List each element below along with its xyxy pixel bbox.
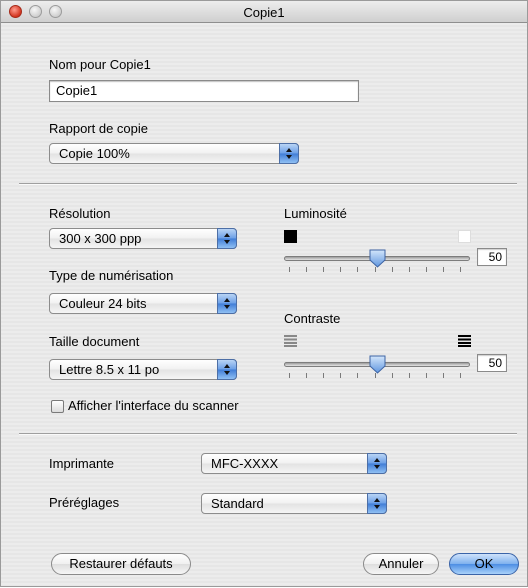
presets-popup[interactable]: Standard — [201, 493, 387, 514]
tick-mark — [375, 373, 376, 378]
tick-mark — [443, 267, 444, 272]
ratio-label: Rapport de copie — [49, 121, 149, 136]
window-title: Copie1 — [243, 5, 285, 20]
tick-mark — [460, 267, 461, 272]
popup-arrows-icon — [279, 143, 299, 164]
restore-defaults-button[interactable]: Restaurer défauts — [51, 553, 191, 575]
tick-mark — [340, 267, 341, 272]
printer-popup[interactable]: MFC-XXXX — [201, 453, 387, 474]
tick-mark — [306, 373, 307, 378]
ratio-selected: Copie 100% — [59, 146, 130, 161]
scan-type-selected: Couleur 24 bits — [59, 296, 147, 311]
printer-selected: MFC-XXXX — [211, 456, 279, 471]
contrast-value-field[interactable]: 50 — [477, 354, 507, 372]
separator — [19, 433, 517, 435]
contrast-tick-marks — [289, 373, 461, 378]
low-contrast-icon — [284, 335, 297, 347]
copy-dialog-window: Copie1 Nom pour Copie1 Copie1 Rapport de… — [0, 0, 528, 587]
popup-arrows-icon — [217, 359, 237, 380]
tick-mark — [357, 373, 358, 378]
tick-mark — [392, 373, 393, 378]
tick-mark — [357, 267, 358, 272]
scan-type-popup[interactable]: Couleur 24 bits — [49, 293, 237, 314]
ok-button[interactable]: OK — [449, 553, 519, 575]
resolution-selected: 300 x 300 ppp — [59, 231, 142, 246]
tick-mark — [392, 267, 393, 272]
resolution-label: Résolution — [49, 206, 111, 221]
title-bar[interactable]: Copie1 — [1, 1, 527, 23]
contrast-label: Contraste — [284, 311, 341, 326]
light-square-icon — [458, 230, 471, 243]
name-input[interactable]: Copie1 — [49, 80, 359, 102]
resolution-popup[interactable]: 300 x 300 ppp — [49, 228, 237, 249]
tick-mark — [289, 267, 290, 272]
popup-arrows-icon — [367, 453, 387, 474]
high-contrast-icon — [458, 335, 471, 347]
tick-mark — [375, 267, 376, 272]
separator — [19, 183, 517, 185]
doc-size-selected: Lettre 8.5 x 11 po — [59, 362, 160, 377]
popup-arrows-icon — [367, 493, 387, 514]
scanner-ui-label[interactable]: Afficher l'interface du scanner — [68, 398, 239, 413]
tick-mark — [443, 373, 444, 378]
tick-mark — [340, 373, 341, 378]
tick-mark — [289, 373, 290, 378]
brightness-label: Luminosité — [284, 206, 347, 221]
brightness-value-field[interactable]: 50 — [477, 248, 507, 266]
doc-size-popup[interactable]: Lettre 8.5 x 11 po — [49, 359, 237, 380]
tick-mark — [306, 267, 307, 272]
brightness-tick-marks — [289, 267, 461, 272]
tick-mark — [426, 267, 427, 272]
ratio-popup[interactable]: Copie 100% — [49, 143, 299, 164]
tick-mark — [409, 267, 410, 272]
contrast-slider-knob[interactable] — [369, 355, 386, 374]
cancel-button[interactable]: Annuler — [363, 553, 439, 575]
dialog-content: Nom pour Copie1 Copie1 Rapport de copie … — [1, 23, 527, 588]
tick-mark — [323, 267, 324, 272]
brightness-slider-knob[interactable] — [369, 249, 386, 268]
dark-square-icon — [284, 230, 297, 243]
tick-mark — [409, 373, 410, 378]
name-label: Nom pour Copie1 — [49, 57, 151, 72]
scan-type-label: Type de numérisation — [49, 268, 174, 283]
doc-size-label: Taille document — [49, 334, 140, 349]
popup-arrows-icon — [217, 228, 237, 249]
presets-label: Préréglages — [49, 495, 120, 510]
popup-arrows-icon — [217, 293, 237, 314]
presets-selected: Standard — [211, 496, 264, 511]
tick-mark — [460, 373, 461, 378]
tick-mark — [323, 373, 324, 378]
scanner-ui-checkbox[interactable] — [51, 400, 64, 413]
printer-label: Imprimante — [49, 456, 115, 471]
tick-mark — [426, 373, 427, 378]
